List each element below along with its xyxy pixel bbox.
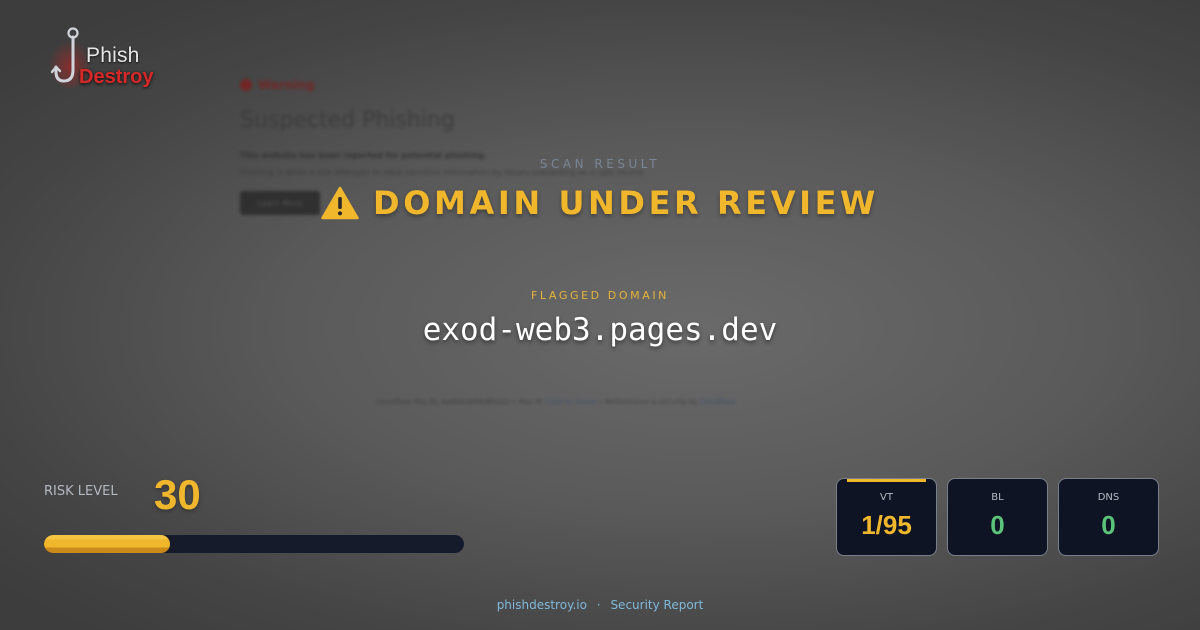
stat-value: 1/95 <box>861 510 912 540</box>
stat-label: DNS <box>1097 492 1120 503</box>
logo-text-destroy: Destroy <box>79 66 154 88</box>
bg-warning-row: Warning <box>240 78 315 92</box>
bg-footer-mid: • Your IP: <box>511 398 544 406</box>
bg-title: Suspected Phishing <box>240 108 455 133</box>
risk-level-bar <box>44 535 464 553</box>
footer-site-link[interactable]: phishdestroy.io <box>497 598 587 612</box>
stat-label: VT <box>880 492 893 503</box>
bg-footer-cloudflare-link[interactable]: Cloudflare <box>700 398 736 406</box>
flagged-domain-label: FLAGGED DOMAIN <box>530 289 670 302</box>
scan-headline: DOMAIN UNDER REVIEW <box>0 184 1200 222</box>
phishdestroy-logo: Phish Destroy <box>46 26 176 98</box>
bg-footer-ray: Cloudflare Ray ID: 8a8b8c8d9e9f0a1b <box>376 398 510 406</box>
stat-value: 0 <box>1101 510 1116 540</box>
bg-warning-icon <box>240 79 252 91</box>
stat-cards: VT 1/95 BL 0 DNS 0 <box>836 478 1159 556</box>
risk-level-label: RISK LEVEL <box>44 484 118 499</box>
bg-warning-label: Warning <box>258 78 315 92</box>
risk-level-fill <box>44 535 170 553</box>
og-card: Warning Suspected Phishing This website … <box>0 0 1200 630</box>
stat-card-dns: DNS 0 <box>1058 478 1159 556</box>
scan-result-label: SCAN RESULT <box>539 157 661 171</box>
warning-triangle-icon <box>321 186 359 220</box>
stat-label: BL <box>991 492 1004 503</box>
bg-footer-reveal-link[interactable]: Click to reveal <box>546 398 596 406</box>
bg-footer-mid2: • Performance & security by <box>598 398 698 406</box>
footer: phishdestroy.io · Security Report <box>0 598 1200 612</box>
stat-card-bl: BL 0 <box>947 478 1048 556</box>
scan-headline-text: DOMAIN UNDER REVIEW <box>373 184 879 222</box>
bg-footer: Cloudflare Ray ID: 8a8b8c8d9e9f0a1b • Yo… <box>376 398 736 406</box>
flagged-domain: exod-web3.pages.dev <box>422 312 778 348</box>
stat-card-vt: VT 1/95 <box>836 478 937 556</box>
logo-text-phish: Phish <box>86 44 140 67</box>
footer-report-link[interactable]: Security Report <box>610 598 703 612</box>
stat-value: 0 <box>990 510 1005 540</box>
risk-level-value: 30 <box>154 471 201 518</box>
footer-separator: · <box>596 598 601 612</box>
